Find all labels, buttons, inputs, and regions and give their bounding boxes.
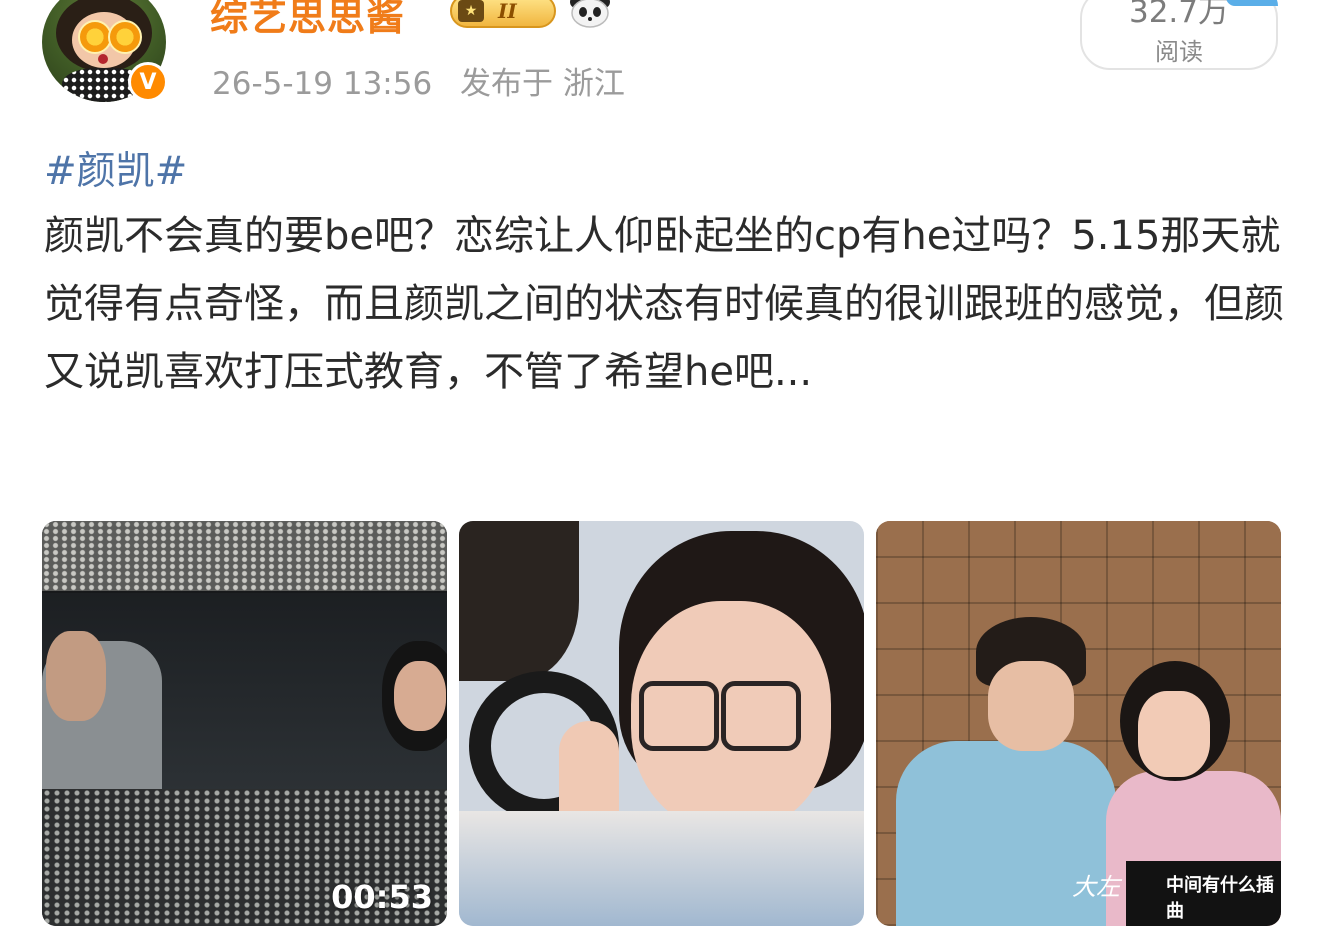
username[interactable]: 综艺思思酱 [210,0,405,41]
rank-numeral: II [498,0,517,23]
post-text: 颜凯不会真的要be吧？恋综让人仰卧起坐的cp有he过吗？5.15那天就觉得有点奇… [44,213,1284,395]
rank-crown-icon: ★ [458,0,484,22]
topic-link[interactable]: #颜凯# [44,140,187,196]
image-thumbnail-3[interactable]: 大左 中间有什么插曲 [876,521,1281,926]
thumb3-caption-left: 大左 [1072,873,1120,901]
read-count-box[interactable]: 32.7万 阅读 [1080,0,1278,70]
video-thumbnail[interactable]: 00:53 [42,521,447,926]
image-thumbnail-2[interactable] [459,521,864,926]
read-count: 32.7万 [1128,0,1230,30]
verified-v-icon: V [128,62,168,102]
post-date: 26-5-19 13:56 [212,66,433,102]
post-meta: 26-5-19 13:56 发布于 浙江 [212,58,643,103]
panda-icon [570,0,610,28]
post-location: 发布于 浙江 [460,66,625,102]
thumb3-caption-right: 中间有什么插曲 [1166,875,1274,922]
read-label: 阅读 [1155,38,1203,66]
rank-badge[interactable]: ★ II [450,0,556,28]
video-duration: 00:53 [331,878,433,916]
